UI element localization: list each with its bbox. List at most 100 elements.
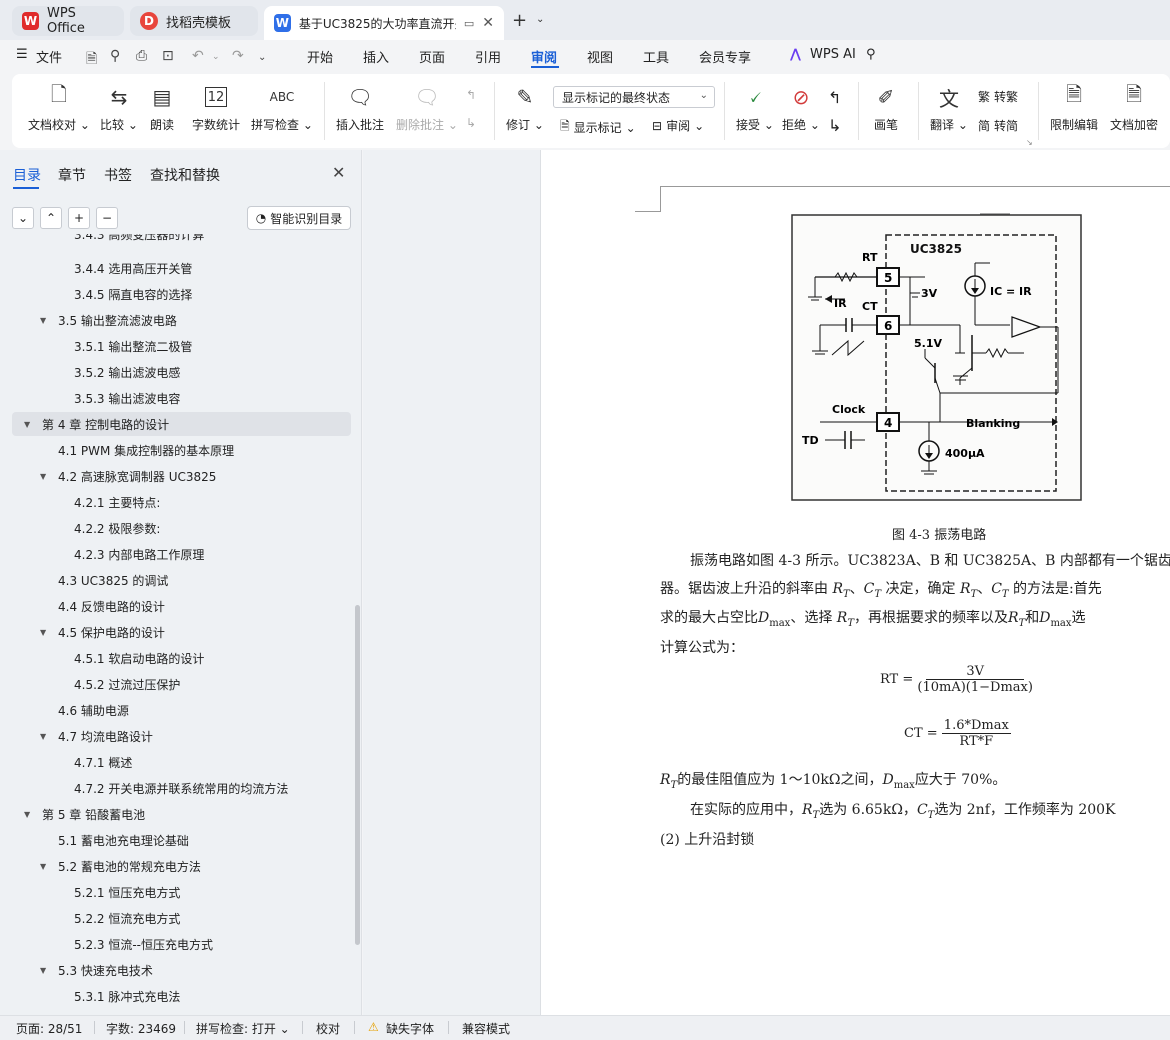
track-changes-button[interactable]: ✎ 修订 ⌄: [506, 84, 544, 133]
collapse-all-button[interactable]: ⌄: [12, 207, 34, 229]
toc-item[interactable]: 4.6 辅助电源: [12, 698, 351, 722]
tab-wps-office[interactable]: W WPS Office: [12, 6, 124, 36]
toc-item[interactable]: 4.2.2 极限参数:: [12, 516, 351, 540]
toc-item[interactable]: 4.1 PWM 集成控制器的基本原理: [12, 438, 351, 462]
panel-tab-find-replace[interactable]: 查找和替换: [150, 165, 220, 185]
toc-item[interactable]: 4.2.1 主要特点:: [12, 490, 351, 514]
toc-item[interactable]: 5.3.1 脉冲式充电法: [12, 984, 351, 1008]
expand-up-button[interactable]: ⌃: [40, 207, 62, 229]
toc-item[interactable]: ▼ 3.5 输出整流滤波电路: [12, 308, 351, 332]
encrypt-button[interactable]: 🗎 文档加密: [1110, 82, 1158, 133]
spell-check-button[interactable]: ABC 拼写检查 ⌄: [251, 84, 313, 133]
tab-document[interactable]: W 基于UC3825的大功率直流开关 ▭ ✕: [264, 6, 504, 40]
toc-item[interactable]: 5.2.3 恒流--恒压充电方式: [12, 932, 351, 956]
expand-triangle-icon[interactable]: ▼: [40, 862, 52, 871]
previous-change-icon[interactable]: ↰: [828, 88, 841, 107]
chevron-down-icon[interactable]: ⌄: [258, 52, 266, 63]
toc-item[interactable]: 3.4.4 选用高压开关管: [12, 256, 351, 280]
toc-item[interactable]: ▼ 第 4 章 控制电路的设计: [12, 412, 351, 436]
share-icon[interactable]: ⚲: [110, 48, 120, 64]
expand-triangle-icon[interactable]: ▼: [40, 472, 52, 481]
toc-item[interactable]: 3.5.1 输出整流二极管: [12, 334, 351, 358]
hamburger-icon[interactable]: ☰: [16, 47, 28, 62]
to-traditional-button[interactable]: 繁 转繁: [978, 88, 1018, 105]
next-comment-icon[interactable]: ↳: [466, 116, 476, 130]
toc-item[interactable]: 5.2.1 恒压充电方式: [12, 880, 351, 904]
doc-proof-button[interactable]: 🗋 文档校对 ⌄: [28, 82, 90, 133]
toc-item[interactable]: 4.7.2 开关电源并联系统常用的均流方法: [12, 776, 351, 800]
expand-triangle-icon[interactable]: ▼: [40, 628, 52, 637]
chevron-down-icon[interactable]: ⌄: [212, 52, 220, 62]
expand-triangle-icon[interactable]: ▼: [24, 420, 36, 429]
panel-tab-chapters[interactable]: 章节: [58, 165, 86, 185]
expand-triangle-icon[interactable]: ▼: [40, 966, 52, 975]
panel-tab-bookmarks[interactable]: 书签: [104, 165, 132, 185]
close-icon[interactable]: ✕: [332, 163, 345, 182]
menu-view[interactable]: 视图: [587, 47, 613, 66]
chevron-down-icon[interactable]: ⌄: [536, 14, 544, 25]
search-icon[interactable]: ⚲: [866, 47, 876, 62]
toc-item[interactable]: 4.2.3 内部电路工作原理: [12, 542, 351, 566]
delete-comment-button[interactable]: 🗨 删除批注 ⌄: [396, 84, 458, 133]
menu-start[interactable]: 开始: [307, 47, 333, 66]
expand-triangle-icon[interactable]: ▼: [24, 810, 36, 819]
toc-item[interactable]: 4.3 UC3825 的调试: [12, 568, 351, 592]
menu-tools[interactable]: 工具: [643, 47, 669, 66]
compare-button[interactable]: ⇆ 比较 ⌄: [100, 84, 138, 133]
menu-file[interactable]: 文件: [36, 47, 62, 66]
restrict-edit-button[interactable]: 🗎 限制编辑: [1050, 82, 1098, 133]
panel-tab-toc[interactable]: 目录: [13, 165, 41, 185]
smart-toc-button[interactable]: ◔ 智能识别目录: [247, 206, 351, 230]
menu-page[interactable]: 页面: [419, 47, 445, 66]
print-icon[interactable]: ⎙: [136, 48, 147, 64]
toc-item[interactable]: ▼ 4.7 均流电路设计: [12, 724, 351, 748]
proof-status[interactable]: 校对: [316, 1020, 340, 1037]
redo-icon[interactable]: ↷: [232, 48, 244, 64]
translate-button[interactable]: 文 翻译 ⌄: [930, 84, 968, 133]
toc-item[interactable]: 3.5.2 输出滤波电感: [12, 360, 351, 384]
pen-button[interactable]: ✐ 画笔: [874, 84, 898, 133]
expand-group-icon[interactable]: ↘: [1026, 138, 1033, 147]
remove-heading-button[interactable]: −: [96, 207, 118, 229]
next-change-icon[interactable]: ↳: [828, 116, 841, 135]
save-icon[interactable]: 🗎: [86, 48, 97, 72]
spell-check-status[interactable]: 拼写检查: 打开 ⌄: [196, 1020, 290, 1037]
close-icon[interactable]: ✕: [482, 15, 494, 31]
add-heading-button[interactable]: +: [68, 207, 90, 229]
toc-item[interactable]: 4.5.2 过流过压保护: [12, 672, 351, 696]
toc-item[interactable]: 5.2.2 恒流充电方式: [12, 906, 351, 930]
toc-item[interactable]: ▼ 5.3 快速充电技术: [12, 958, 351, 982]
menu-reference[interactable]: 引用: [475, 47, 501, 66]
new-tab-icon[interactable]: +: [512, 10, 527, 31]
toc-item[interactable]: ▼ 5.2 蓄电池的常规充电方法: [12, 854, 351, 878]
toc-item[interactable]: 4.4 反馈电路的设计: [12, 594, 351, 618]
markup-state-select[interactable]: 显示标记的最终状态 ⌄: [553, 86, 715, 108]
print-preview-icon[interactable]: ⊡: [162, 48, 174, 64]
toc-item[interactable]: 3.4.5 隔直电容的选择: [12, 282, 351, 306]
review-pane-button[interactable]: ⊟ 审阅 ⌄: [652, 117, 704, 134]
toc-item[interactable]: ▼ 4.2 高速脉宽调制器 UC3825: [12, 464, 351, 488]
insert-comment-button[interactable]: 🗨 插入批注: [336, 84, 384, 133]
menu-insert[interactable]: 插入: [363, 47, 389, 66]
to-simplified-button[interactable]: 简 转简: [978, 117, 1018, 134]
menu-review[interactable]: 审阅: [531, 47, 557, 66]
page-indicator[interactable]: 页面: 28/51: [16, 1020, 82, 1037]
toc-item[interactable]: 3.4.3 高频变压器的计算: [12, 234, 351, 254]
reject-button[interactable]: ⊘ 拒绝 ⌄: [782, 84, 820, 133]
expand-triangle-icon[interactable]: ▼: [40, 732, 52, 741]
missing-font-status[interactable]: 缺失字体: [386, 1020, 434, 1037]
tab-docer[interactable]: D 找稻壳模板: [130, 6, 258, 36]
undo-icon[interactable]: ↶: [192, 48, 204, 64]
toc-item[interactable]: 5.1 蓄电池充电理论基础: [12, 828, 351, 852]
toc-scrollbar[interactable]: [355, 605, 360, 945]
toc-item[interactable]: 4.7.1 概述: [12, 750, 351, 774]
menu-membership[interactable]: 会员专享: [699, 47, 751, 66]
word-count-button[interactable]: 12 字数统计: [192, 84, 240, 133]
toc-item[interactable]: ▼ 4.5 保护电路的设计: [12, 620, 351, 644]
toc-item[interactable]: ▼ 第 5 章 铅酸蓄电池: [12, 802, 351, 826]
toc-item[interactable]: 4.5.1 软启动电路的设计: [12, 646, 351, 670]
expand-triangle-icon[interactable]: ▼: [40, 316, 52, 325]
word-count-status[interactable]: 字数: 23469: [106, 1020, 176, 1037]
previous-comment-icon[interactable]: ↰: [466, 88, 476, 102]
toc-item[interactable]: 3.5.3 输出滤波电容: [12, 386, 351, 410]
